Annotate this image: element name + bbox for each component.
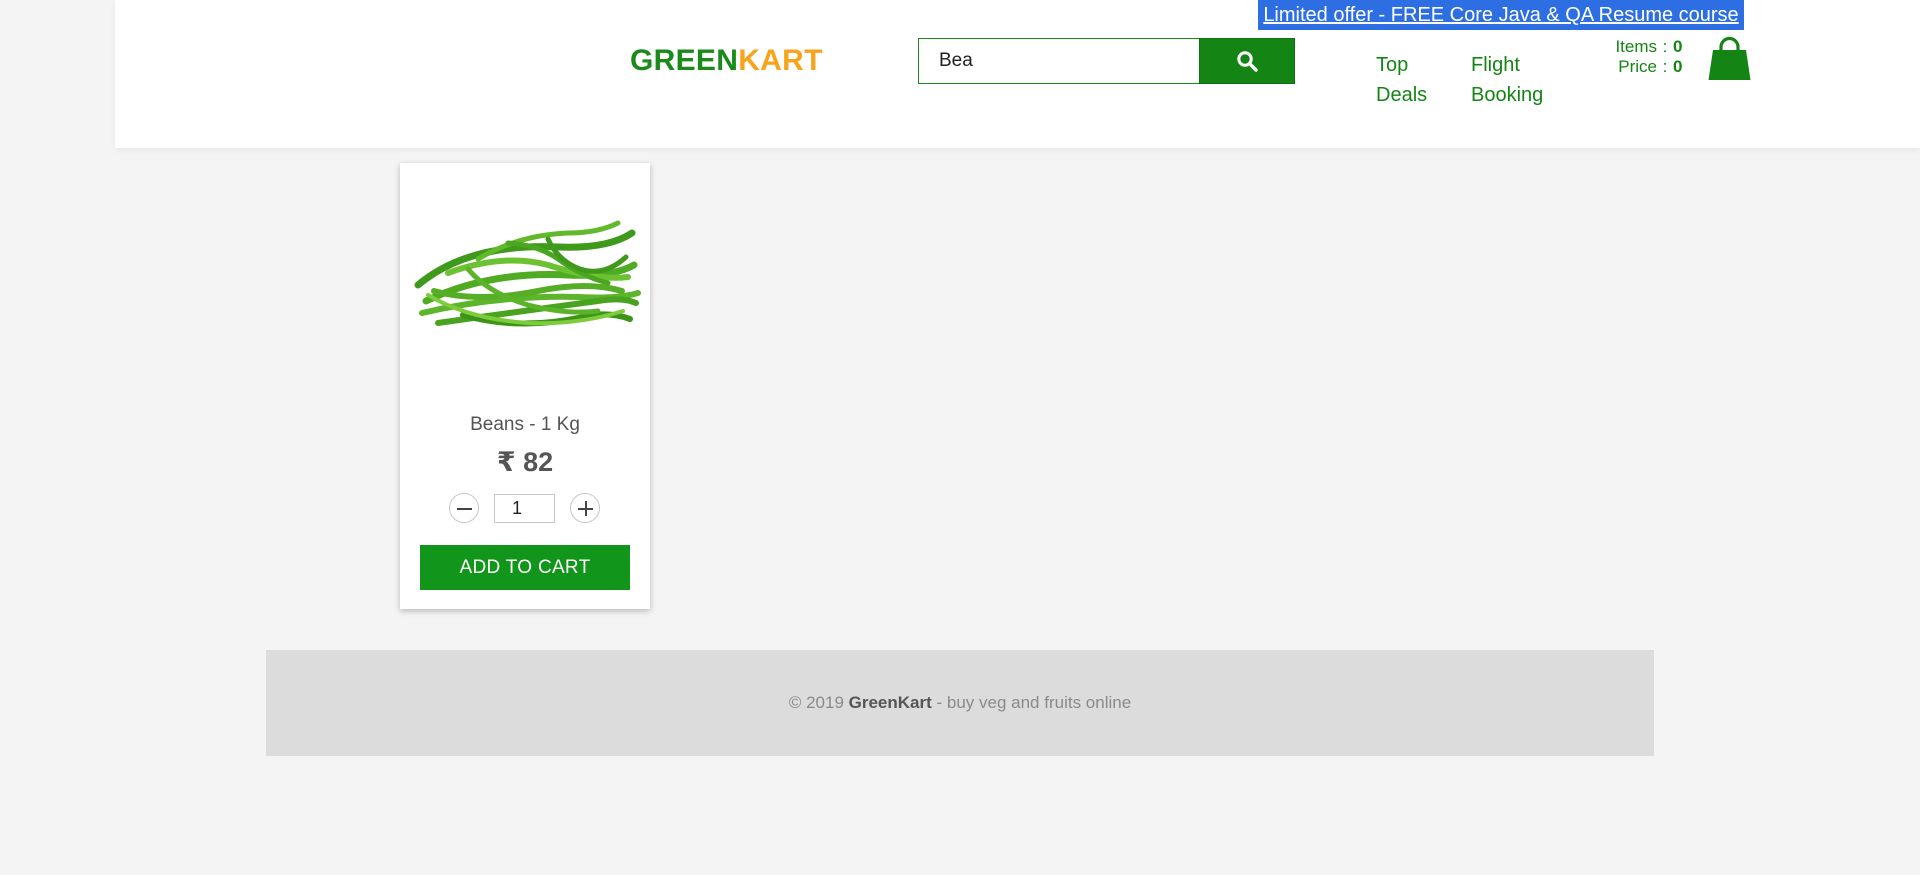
decrement-button[interactable] <box>449 493 479 523</box>
product-name: Beans - 1 Kg <box>470 414 580 435</box>
cart-info: Items : 0 Price : 0 <box>1601 37 1687 77</box>
limited-offer-link[interactable]: Limited offer - FREE Core Java & QA Resu… <box>1258 0 1744 30</box>
nav-top-deals-line2: Deals <box>1376 84 1428 106</box>
site-header: Limited offer - FREE Core Java & QA Resu… <box>115 0 1920 148</box>
cart-price-value: 0 <box>1673 57 1683 76</box>
cart-price-separator: : <box>1662 57 1668 76</box>
footer-suffix: - buy veg and fruits online <box>931 693 1132 712</box>
brand-logo-kart: KART <box>738 44 823 77</box>
cart-items-row: Items : 0 <box>1601 37 1687 57</box>
add-to-cart-button[interactable]: ADD TO CART <box>420 545 630 590</box>
cart-items-separator: : <box>1662 37 1668 56</box>
footer-text: © 2019 GreenKart - buy veg and fruits on… <box>789 693 1131 713</box>
nav-flight-booking-line2: Booking <box>1471 84 1544 106</box>
nav-flight-booking-link[interactable]: Flight Booking <box>1471 50 1561 110</box>
cart-price-row: Price : 0 <box>1601 57 1687 77</box>
nav-top-deals-link[interactable]: Top Deals <box>1376 50 1436 110</box>
quantity-stepper <box>400 493 650 523</box>
cart-items-label: Items <box>1615 37 1657 56</box>
search-input[interactable] <box>918 38 1199 84</box>
quantity-input[interactable] <box>494 494 555 523</box>
brand-logo: GREENKART <box>630 44 823 78</box>
search-icon <box>1237 51 1258 72</box>
shopping-bag-icon[interactable] <box>1707 36 1752 82</box>
product-price: ₹ 82 <box>496 447 554 477</box>
footer-prefix: © 2019 <box>788 693 849 712</box>
increment-button[interactable] <box>570 493 600 523</box>
nav-top-deals-line1: Top <box>1376 54 1409 76</box>
green-beans-image <box>414 220 641 327</box>
cart-items-count: 0 <box>1673 37 1683 56</box>
search-form <box>918 38 1295 84</box>
nav-flight-booking-line1: Flight <box>1471 54 1520 76</box>
cart-price-label: Price <box>1618 57 1657 76</box>
site-footer: © 2019 GreenKart - buy veg and fruits on… <box>266 650 1654 756</box>
brand-logo-green: GREEN <box>630 44 739 77</box>
product-card: Beans - 1 Kg ₹ 82 ADD TO CART <box>400 163 650 609</box>
search-button[interactable] <box>1199 38 1295 84</box>
footer-brand: GreenKart <box>848 693 932 712</box>
